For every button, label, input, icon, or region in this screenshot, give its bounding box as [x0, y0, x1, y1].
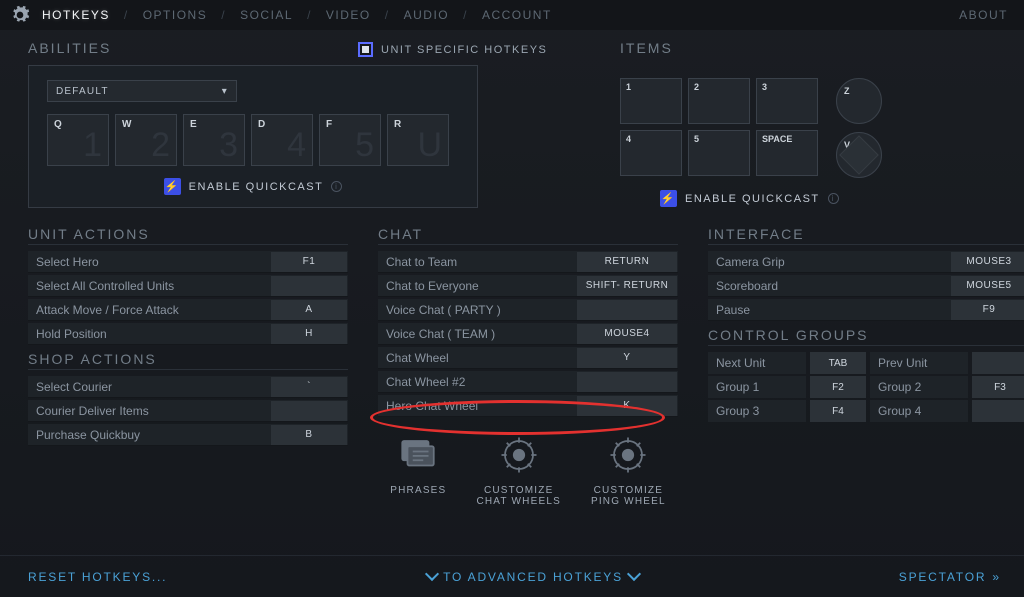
shop-actions-title: SHOP ACTIONS [28, 351, 348, 370]
bind-chat-team[interactable]: Chat to TeamRETURN [378, 251, 678, 273]
item-slot-3[interactable]: 3 [756, 78, 818, 124]
bind-next-unit[interactable]: Next Unit [708, 352, 806, 374]
tab-video[interactable]: VIDEO [324, 8, 373, 22]
bind-hero-chat-wheel[interactable]: Hero Chat WheelK [378, 395, 678, 417]
ability-slot-3[interactable]: E3 [183, 114, 245, 166]
bind-group-1[interactable]: Group 1 [708, 376, 806, 398]
item-slot-5[interactable]: 5 [688, 130, 750, 176]
bind-courier-deliver[interactable]: Courier Deliver Items [28, 400, 348, 422]
bind-pause[interactable]: PauseF9 [708, 299, 1024, 321]
info-icon[interactable]: i [828, 193, 839, 204]
interface-title: INTERFACE [708, 226, 1024, 245]
bind-voice-party[interactable]: Voice Chat ( PARTY ) [378, 299, 678, 321]
bind-prev-unit[interactable]: Prev Unit [870, 352, 968, 374]
tab-options[interactable]: OPTIONS [141, 8, 210, 22]
about-link[interactable]: ABOUT [957, 8, 1010, 22]
quickcast-icon: ⚡ [164, 178, 181, 195]
ability-slot-2[interactable]: W2 [115, 114, 177, 166]
neutral-item-slot[interactable]: Z [836, 78, 882, 124]
item-slot-4[interactable]: 4 [620, 130, 682, 176]
bind-chat-wheel[interactable]: Chat WheelY [378, 347, 678, 369]
ability-slot-1[interactable]: Q1 [47, 114, 109, 166]
bind-group-2[interactable]: Group 2 [870, 376, 968, 398]
bind-select-hero[interactable]: Select HeroF1 [28, 251, 348, 273]
info-icon[interactable]: i [331, 181, 342, 192]
spectator-button[interactable]: SPECTATOR» [899, 570, 996, 584]
phrases-button[interactable]: PHRASES [390, 433, 446, 507]
control-groups-title: CONTROL GROUPS [708, 327, 1024, 346]
tab-social[interactable]: SOCIAL [238, 8, 295, 22]
bind-hold-position[interactable]: Hold PositionH [28, 323, 348, 345]
ability-slot-5[interactable]: F5 [319, 114, 381, 166]
tp-slot[interactable]: V [836, 132, 882, 178]
bind-scoreboard[interactable]: ScoreboardMOUSE5 [708, 275, 1024, 297]
enable-quickcast-items[interactable]: ENABLE QUICKCAST [685, 193, 820, 205]
chevron-down-icon: ▾ [222, 86, 228, 97]
unit-actions-title: UNIT ACTIONS [28, 226, 348, 245]
bind-camera-grip[interactable]: Camera GripMOUSE3 [708, 251, 1024, 273]
bind-quickbuy[interactable]: Purchase QuickbuyB [28, 424, 348, 446]
unit-specific-label: UNIT SPECIFIC HOTKEYS [381, 44, 547, 56]
chat-title: CHAT [378, 226, 678, 245]
advanced-hotkeys-button[interactable]: TO ADVANCED HOTKEYS [167, 569, 898, 584]
unit-specific-checkbox[interactable] [358, 42, 373, 57]
enable-quickcast-abilities[interactable]: ENABLE QUICKCAST [189, 181, 324, 193]
customize-chat-wheels-button[interactable]: CUSTOMIZE CHAT WHEELS [476, 433, 561, 507]
bind-chat-everyone[interactable]: Chat to EveryoneSHIFT- RETURN [378, 275, 678, 297]
bottom-bar: RESET HOTKEYS... TO ADVANCED HOTKEYS SPE… [0, 555, 1024, 597]
item-slot-2[interactable]: 2 [688, 78, 750, 124]
items-title: ITEMS [620, 40, 1024, 58]
reset-hotkeys-button[interactable]: RESET HOTKEYS... [28, 570, 167, 584]
ability-slot-6[interactable]: RU [387, 114, 449, 166]
bind-chat-wheel-2[interactable]: Chat Wheel #2 [378, 371, 678, 393]
ability-preset-dropdown[interactable]: DEFAULT ▾ [47, 80, 237, 102]
gear-icon [10, 5, 30, 25]
item-slot-1[interactable]: 1 [620, 78, 682, 124]
bind-voice-team[interactable]: Voice Chat ( TEAM )MOUSE4 [378, 323, 678, 345]
bind-select-all[interactable]: Select All Controlled Units [28, 275, 348, 297]
tab-audio[interactable]: AUDIO [402, 8, 452, 22]
ability-slot-4[interactable]: D4 [251, 114, 313, 166]
bind-group-3[interactable]: Group 3 [708, 400, 806, 422]
quickcast-icon: ⚡ [660, 190, 677, 207]
bind-attack-move[interactable]: Attack Move / Force AttackA [28, 299, 348, 321]
top-navigation: HOTKEYS / OPTIONS / SOCIAL / VIDEO / AUD… [0, 0, 1024, 30]
tab-account[interactable]: ACCOUNT [480, 8, 554, 22]
bind-select-courier[interactable]: Select Courier` [28, 376, 348, 398]
tab-hotkeys[interactable]: HOTKEYS [40, 8, 112, 22]
item-slot-6[interactable]: SPACE [756, 130, 818, 176]
customize-ping-wheel-button[interactable]: CUSTOMIZE PING WHEEL [591, 433, 666, 507]
bind-group-4[interactable]: Group 4 [870, 400, 968, 422]
